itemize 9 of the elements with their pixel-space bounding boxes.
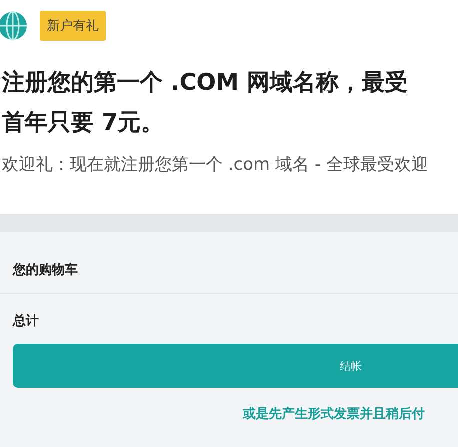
promo-heading: 首年只要 7元。 (2, 109, 166, 138)
promo-subtitle: 欢迎礼：现在就注册您第一个 .com 域名 - 全球最受欢迎 (1, 154, 428, 176)
total-label: 总计 (13, 313, 39, 330)
checkout-button[interactable]: 结帐 (13, 344, 458, 388)
promo-heading: 注册您的第一个 .COM 网域名称，最受 (2, 69, 410, 98)
new-user-badge: 新户有礼 (40, 11, 106, 41)
invoice-link[interactable]: 或是先产生形式发票并且稍后付 (243, 405, 425, 423)
cart-title: 您的购物车 (13, 262, 78, 279)
globe-icon (0, 11, 28, 41)
